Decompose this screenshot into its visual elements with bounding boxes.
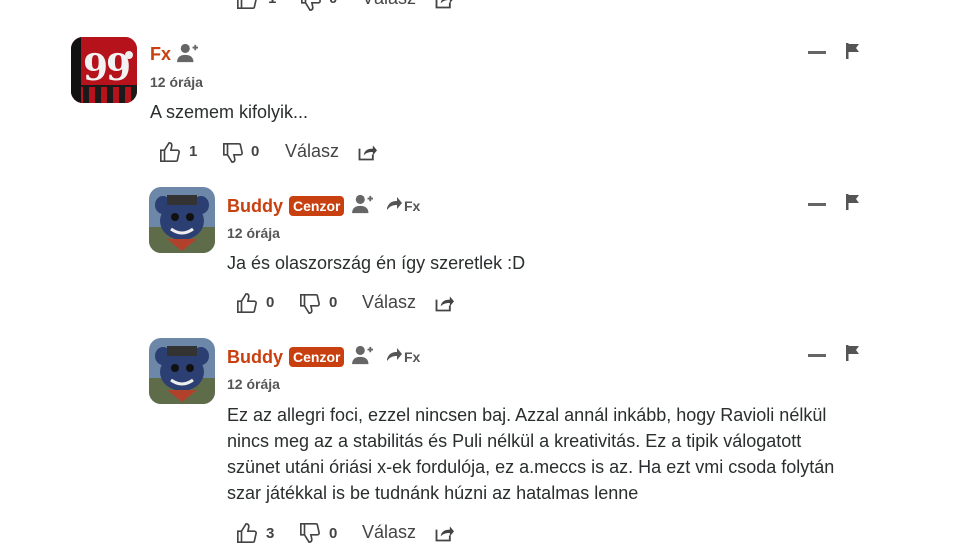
dislike-count: 0 [329, 0, 337, 7]
comment-text: A szemem kifolyik... [150, 102, 309, 122]
follow-user-icon[interactable] [352, 345, 374, 365]
comment-text: Ja és olaszország én így szeretlek :D [227, 253, 526, 273]
like-count: 3 [266, 525, 275, 542]
comment-text-line: szünet utáni óriási x-ek fordulója, ez a… [227, 457, 835, 477]
flag-icon[interactable] [846, 43, 860, 59]
share-icon[interactable] [434, 293, 454, 313]
author-name[interactable]: Buddy [227, 196, 283, 217]
comment-text: Ez az allegri foci, ezzel nincsen baj. A… [227, 402, 887, 506]
author-name[interactable]: Buddy [227, 347, 283, 368]
buddy-avatar-image [149, 187, 215, 253]
moderator-badge: Cenzor [289, 196, 345, 216]
avatar-number: 99 [83, 47, 131, 89]
thumbs-down-icon[interactable] [222, 142, 244, 164]
share-icon[interactable] [434, 523, 454, 543]
avatar[interactable] [149, 338, 215, 404]
comment-text-line: nincs meg az a stabilitás és Puli nélkül… [227, 431, 802, 451]
comment-timestamp[interactable]: 12 órája [227, 376, 280, 392]
comment-timestamp[interactable]: 12 órája [150, 74, 203, 90]
flag-icon[interactable] [846, 345, 860, 361]
follow-user-icon[interactable] [177, 43, 199, 63]
like-count: 1 [268, 0, 276, 7]
avatar[interactable] [149, 187, 215, 253]
buddy-avatar-image [149, 338, 215, 404]
dislike-count: 0 [329, 294, 338, 311]
reply-to-author[interactable]: Fx [404, 198, 420, 214]
reply-arrow-icon [387, 197, 402, 210]
reply-button[interactable]: Válasz [362, 292, 416, 313]
comment-text-line: szar játékkal is be tudnánk húzni az hat… [227, 483, 639, 503]
dislike-count: 0 [251, 143, 260, 160]
thumbs-down-icon[interactable] [299, 522, 321, 544]
thumbs-up-icon[interactable] [236, 522, 258, 544]
collapse-icon[interactable] [808, 354, 826, 358]
thumbs-up-icon[interactable] [236, 292, 258, 314]
follow-user-icon[interactable] [352, 194, 374, 214]
collapse-icon[interactable] [808, 203, 826, 207]
reply-arrow-icon [387, 348, 402, 361]
flag-icon[interactable] [846, 194, 860, 210]
moderator-badge: Cenzor [289, 347, 345, 367]
avatar[interactable]: 99 [71, 37, 137, 103]
thumbs-up-icon[interactable] [159, 141, 181, 163]
thumbs-up-icon[interactable] [236, 0, 258, 10]
reply-button[interactable]: Válasz [362, 522, 416, 543]
comment-timestamp[interactable]: 12 órája [227, 225, 280, 241]
reply-button[interactable]: Válasz [285, 141, 339, 162]
like-count: 0 [266, 294, 275, 311]
reply-button[interactable]: Válasz [362, 0, 416, 9]
thumbs-down-icon[interactable] [300, 0, 322, 12]
share-icon[interactable] [434, 0, 454, 10]
dislike-count: 0 [329, 525, 338, 542]
share-icon[interactable] [357, 142, 377, 162]
author-name[interactable]: Fx [150, 44, 171, 65]
thumbs-down-icon[interactable] [299, 293, 321, 315]
reply-to-author[interactable]: Fx [404, 349, 420, 365]
collapse-icon[interactable] [808, 51, 826, 55]
comment-text-line: Ez az allegri foci, ezzel nincsen baj. A… [227, 405, 827, 425]
like-count: 1 [189, 143, 198, 160]
